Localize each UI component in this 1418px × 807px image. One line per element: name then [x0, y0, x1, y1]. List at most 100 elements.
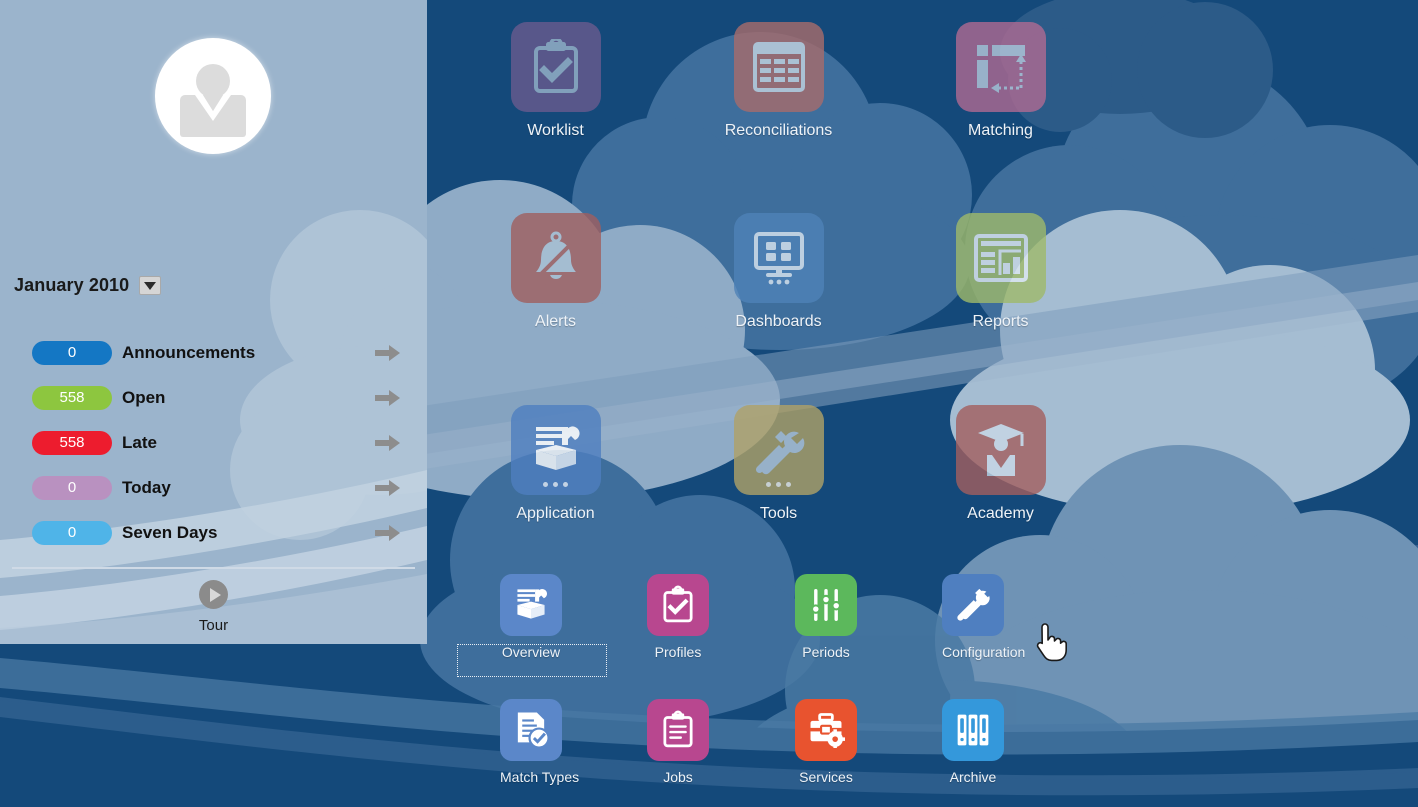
application-box-icon — [517, 589, 547, 619]
app-label: Services — [799, 769, 853, 785]
status-label: Announcements — [122, 342, 256, 362]
profiles-tile[interactable] — [647, 574, 709, 636]
worklist-tile[interactable] — [510, 22, 601, 112]
arrow-right-icon[interactable] — [375, 479, 401, 497]
app-label: Application — [516, 505, 595, 522]
app-label: Match Types — [500, 769, 580, 785]
app-tile-academy[interactable]: Academy — [928, 405, 1073, 523]
app-tile-application[interactable]: Application — [483, 405, 628, 523]
app-label: Profiles — [654, 644, 702, 660]
app-tile-reports[interactable]: Reports — [928, 213, 1073, 331]
document-check-icon — [517, 712, 550, 749]
match-types-tile[interactable] — [500, 699, 562, 761]
app-tile-services[interactable]: Services — [795, 699, 857, 785]
status-label: Late — [122, 432, 157, 452]
match-arrows-icon — [976, 45, 1026, 93]
report-chart-icon — [973, 234, 1028, 282]
tour-launcher[interactable]: Tour — [0, 580, 427, 634]
app-tile-jobs[interactable]: Jobs — [647, 699, 709, 785]
app-label: Tools — [759, 505, 798, 522]
graduation-cap-icon — [977, 424, 1024, 476]
app-label: Matching — [968, 122, 1033, 139]
status-badge: 0 — [32, 520, 112, 545]
status-row-announcements[interactable]: 0 Announcements — [0, 330, 427, 375]
app-tile-worklist[interactable]: Worklist — [483, 22, 628, 140]
arrow-right-icon[interactable] — [375, 434, 401, 452]
monitor-tiles-icon — [753, 232, 804, 285]
app-label: Periods — [802, 644, 850, 660]
jobs-tile[interactable] — [647, 699, 709, 761]
configuration-tile[interactable] — [942, 574, 1004, 636]
periods-tile[interactable] — [795, 574, 857, 636]
hand-pointer-cursor — [1035, 622, 1069, 662]
app-home-screen: January 2010 0 Announcements 558 Open 55… — [0, 0, 1418, 807]
briefcase-gear-icon — [810, 713, 845, 748]
status-summary-list: 0 Announcements 558 Open 558 Late 0 Toda… — [0, 330, 427, 555]
user-avatar[interactable] — [155, 38, 271, 154]
services-tile[interactable] — [795, 699, 857, 761]
archive-tile[interactable] — [942, 699, 1004, 761]
panel-divider — [12, 567, 415, 569]
reconciliations-tile[interactable] — [733, 22, 824, 112]
app-label: Alerts — [535, 313, 576, 330]
status-row-today[interactable]: 0 Today — [0, 465, 427, 510]
app-label: Configuration — [942, 644, 1026, 660]
sliders-icon — [811, 589, 841, 621]
play-circle-icon[interactable] — [199, 580, 228, 609]
app-tile-periods[interactable]: Periods — [795, 574, 857, 660]
tools-tile[interactable] — [733, 405, 824, 495]
app-tile-tools[interactable]: Tools — [706, 405, 851, 523]
application-tile[interactable] — [510, 405, 601, 495]
app-tile-profiles[interactable]: Profiles — [647, 574, 709, 660]
period-selector[interactable]: January 2010 — [14, 275, 162, 296]
spreadsheet-grid-icon — [752, 42, 805, 92]
dashboards-tile[interactable] — [733, 213, 824, 303]
status-badge: 0 — [32, 475, 112, 500]
status-badge: 558 — [32, 430, 112, 455]
binders-icon — [957, 714, 989, 746]
application-box-icon — [535, 426, 580, 470]
app-tile-match-types[interactable]: Match Types — [500, 699, 580, 785]
clipboard-check-icon — [533, 39, 578, 93]
app-label: Reconciliations — [724, 122, 833, 139]
app-label: Academy — [967, 505, 1034, 522]
status-row-seven-days[interactable]: 0 Seven Days — [0, 510, 427, 555]
status-label: Open — [122, 387, 166, 407]
arrow-right-icon[interactable] — [375, 344, 401, 362]
arrow-right-icon[interactable] — [375, 389, 401, 407]
overview-tile[interactable] — [500, 574, 562, 636]
app-label: Overview — [501, 644, 561, 660]
app-label: Archive — [949, 769, 997, 785]
status-row-late[interactable]: 558 Late — [0, 420, 427, 465]
bell-icon — [534, 231, 577, 281]
status-badge: 0 — [32, 340, 112, 365]
app-tile-configuration[interactable]: Configuration — [942, 574, 1026, 660]
tools-wrench-icon — [755, 431, 804, 475]
arrow-right-icon[interactable] — [375, 524, 401, 542]
status-label: Today — [122, 477, 171, 497]
hammer-wrench-icon — [957, 588, 990, 621]
academy-tile[interactable] — [955, 405, 1046, 495]
app-tile-reconciliations[interactable]: Reconciliations — [706, 22, 851, 140]
app-label: Dashboards — [735, 313, 822, 330]
app-label: Worklist — [527, 122, 584, 139]
status-row-open[interactable]: 558 Open — [0, 375, 427, 420]
app-label: Reports — [972, 313, 1029, 330]
avatar-head-icon — [196, 64, 230, 98]
app-tile-matching[interactable]: Matching — [928, 22, 1073, 140]
period-label: January 2010 — [14, 275, 130, 295]
reports-tile[interactable] — [955, 213, 1046, 303]
app-tile-dashboards[interactable]: Dashboards — [706, 213, 851, 331]
status-badge: 558 — [32, 385, 112, 410]
app-tile-archive[interactable]: Archive — [942, 699, 1004, 785]
app-tile-overview[interactable]: Overview — [500, 574, 562, 660]
chevron-down-icon[interactable] — [139, 276, 162, 295]
matching-tile[interactable] — [955, 22, 1046, 112]
app-tile-alerts[interactable]: Alerts — [483, 213, 628, 331]
alerts-tile[interactable] — [510, 213, 601, 303]
left-summary-panel: January 2010 0 Announcements 558 Open 55… — [0, 0, 427, 644]
clipboard-check-icon — [663, 585, 693, 623]
more-dots-icon — [511, 482, 601, 487]
app-label: Jobs — [663, 769, 693, 785]
status-label: Seven Days — [122, 522, 218, 542]
